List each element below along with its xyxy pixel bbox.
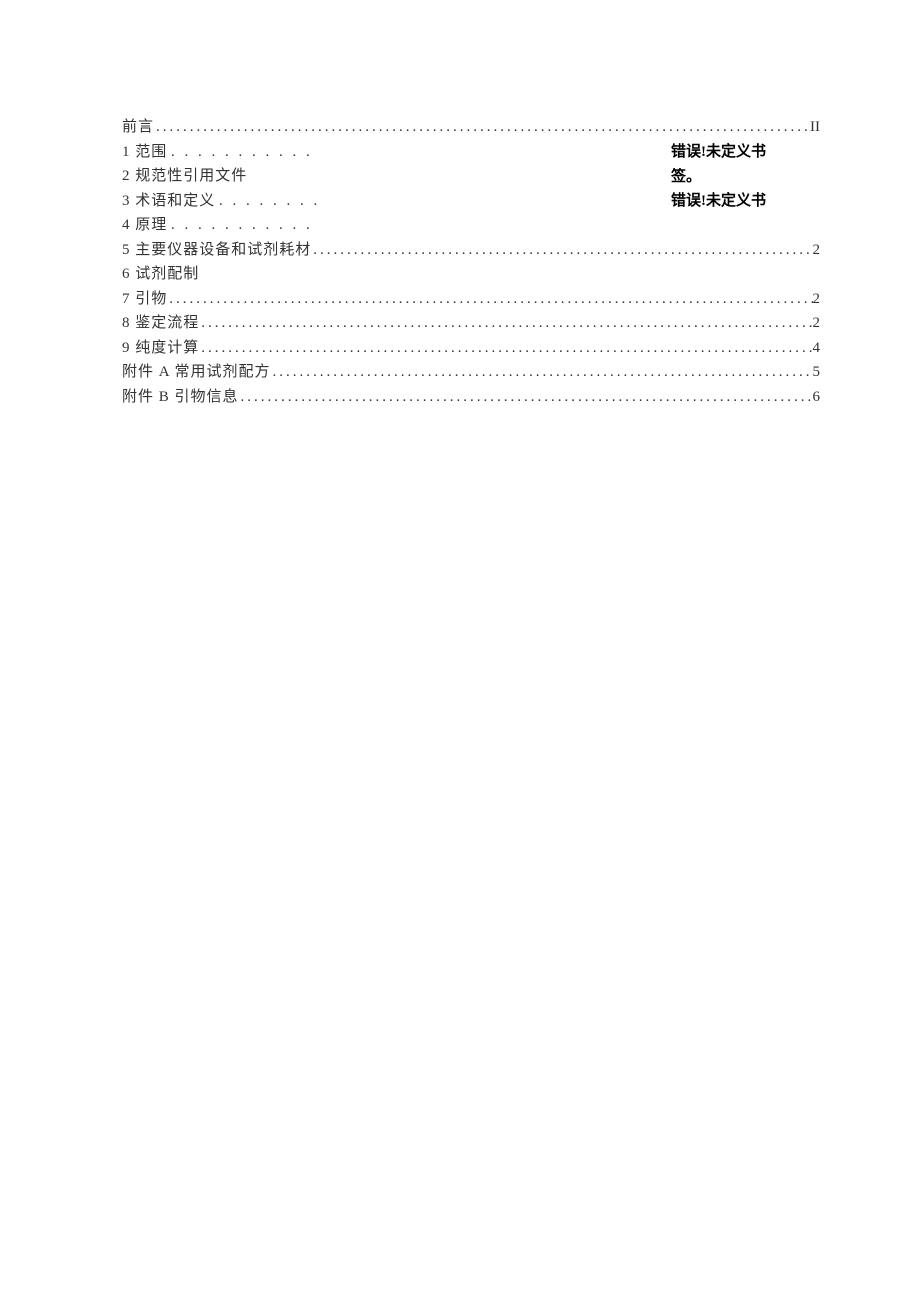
toc-leader-dots (271, 360, 813, 385)
error-line: 错误!未定义书 (671, 189, 786, 214)
toc-label: 7 引物 (122, 287, 167, 312)
toc-label: 8 鉴定流程 (122, 311, 199, 336)
toc-entry-7: 7 引物 2 (122, 287, 820, 312)
toc-leader-dots (239, 385, 813, 410)
toc-entry-9: 9 纯度计算 4 (122, 336, 820, 361)
toc-leader-dots (311, 238, 812, 263)
toc-entry-4: 4 原理 . . . . . . . . . . . (122, 213, 820, 238)
toc-page-number: 5 (813, 360, 821, 385)
toc-leader-dots: . . . . . . . . . . . (171, 144, 313, 160)
toc-label: 1 范围 (122, 144, 167, 160)
toc-entry-preface: 前言 II (122, 115, 820, 140)
toc-page-number: II (810, 115, 820, 140)
toc-label: 5 主要仪器设备和试剂耗材 (122, 238, 311, 263)
toc-leader-dots (154, 115, 810, 140)
toc-page-number: 2 (813, 287, 821, 312)
toc-label: 附件 A 常用试剂配方 (122, 360, 271, 385)
toc-entry-5: 5 主要仪器设备和试剂耗材 2 (122, 238, 820, 263)
toc-leader-dots: . . . . . . . . (219, 193, 320, 209)
toc-page-number: 6 (813, 385, 821, 410)
toc-label: 9 纯度计算 (122, 336, 199, 361)
toc-page-number: 2 (813, 238, 821, 263)
toc-entry-appendix-a: 附件 A 常用试剂配方 5 (122, 360, 820, 385)
toc-entry-6: 6 试剂配制 (122, 262, 820, 287)
toc-label: 6 试剂配制 (122, 266, 199, 282)
toc-leader-dots (199, 311, 812, 336)
error-line: 错误!未定义书 (671, 140, 786, 165)
toc-label: 4 原理 (122, 217, 167, 233)
toc-entry-appendix-b: 附件 B 引物信息 6 (122, 385, 820, 410)
toc-label: 2 规范性引用文件 (122, 168, 247, 184)
toc-label: 前言 (122, 115, 154, 140)
toc-entry-8: 8 鉴定流程 2 (122, 311, 820, 336)
toc-leader-dots: . . . . . . . . . . . (171, 217, 313, 233)
bookmark-error-text: 错误!未定义书 签。 错误!未定义书 (671, 140, 786, 214)
toc-page-number: 4 (813, 336, 821, 361)
toc-label: 3 术语和定义 (122, 193, 215, 209)
toc-leader-dots (199, 336, 812, 361)
toc-leader-dots (167, 287, 812, 312)
toc-label: 附件 B 引物信息 (122, 385, 239, 410)
error-line: 签。 (671, 165, 786, 190)
toc-page-number: 2 (813, 311, 821, 336)
